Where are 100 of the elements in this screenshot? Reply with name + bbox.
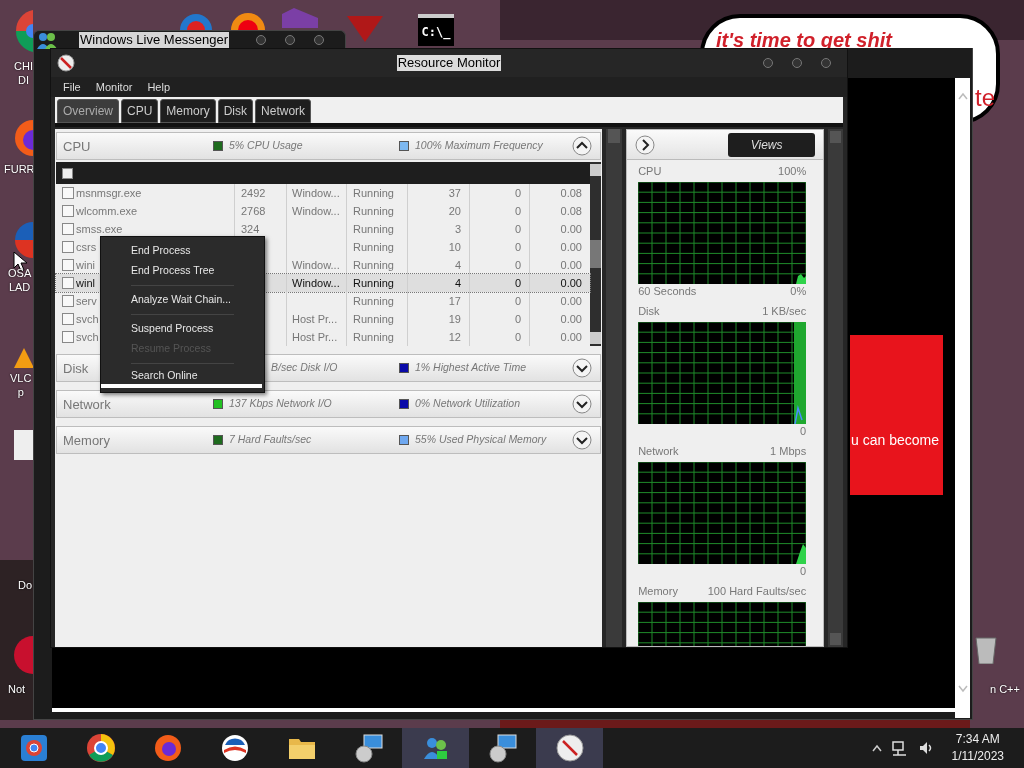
section-header[interactable]: CPU 5% CPU Usage 100% Maximum Frequency [56, 132, 602, 160]
table-cell-text: 17 [448, 293, 461, 309]
section-header[interactable]: Memory 7 Hard Faults/sec 55% Used Physical Memory [56, 426, 602, 454]
table-cell-text: csrs [76, 239, 97, 255]
icon-label[interactable]: VLC [10, 371, 32, 385]
graph-title: Memory [638, 584, 678, 598]
section-title: Memory [63, 433, 110, 448]
tab[interactable]: Overview [57, 99, 119, 123]
table-cell-text: 0 [514, 275, 521, 291]
checkbox[interactable] [62, 241, 74, 253]
checkbox[interactable] [62, 313, 74, 325]
table-cell-text: Window... [292, 275, 340, 291]
logo-icon[interactable] [14, 220, 33, 260]
icon-label[interactable]: FURR [4, 162, 35, 176]
checkbox[interactable] [62, 331, 74, 343]
window-control-button[interactable] [285, 35, 295, 45]
expand-button[interactable] [635, 134, 656, 155]
menu-item[interactable]: Analyze Wait Chain... [101, 290, 264, 310]
window-title: Resource Monitor [396, 55, 502, 71]
table-cell-text: Window... [292, 203, 340, 219]
icon-label[interactable]: DI [17, 73, 29, 87]
table-cell-text: Host Pr... [292, 329, 338, 345]
fox-icon [152, 733, 183, 763]
table-cell-text: 0.00 [560, 293, 582, 309]
volume-icon[interactable] [917, 740, 934, 756]
menu-item[interactable]: End Process [101, 241, 264, 261]
checkbox[interactable] [62, 277, 74, 289]
table-cell-text: 19 [448, 311, 461, 327]
table-cell-text: Running [353, 293, 394, 309]
section-title: Disk [63, 361, 89, 376]
window-control-button[interactable] [314, 35, 324, 45]
table-cell-text: 37 [448, 185, 461, 201]
tab[interactable]: Disk [217, 99, 254, 123]
expand-button[interactable] [572, 394, 593, 414]
window-title: Windows Live Messenger [79, 32, 230, 48]
stat-text: 1% Highest Active Time [415, 360, 526, 376]
icon-label[interactable]: LAD [8, 280, 31, 294]
window-control-button[interactable] [763, 58, 773, 68]
icon-label[interactable]: Not [8, 682, 26, 696]
stat-text: B/sec Disk I/O [271, 360, 338, 376]
clock-date[interactable]: 1/11/2023 [951, 748, 1004, 765]
table-cell-text: wlcomm.exe [76, 203, 138, 219]
console-icon[interactable]: C:\_ [418, 14, 454, 46]
menu-item[interactable]: File [63, 78, 81, 96]
icon-label[interactable]: CHI [14, 59, 33, 73]
table-cell-text: 0 [514, 239, 521, 255]
menu-item[interactable]: Suspend Process [101, 319, 264, 339]
checkbox[interactable] [62, 259, 74, 271]
window-control-button[interactable] [821, 58, 831, 68]
table-cell-text: 10 [448, 239, 461, 255]
ad-text: u can become [851, 431, 939, 450]
checkbox[interactable] [62, 295, 74, 307]
table-cell-text: 4 [454, 257, 461, 273]
menu-item[interactable]: Help [147, 78, 171, 96]
table-cell-text: Host Pr... [292, 311, 338, 327]
tab[interactable]: Network [255, 99, 312, 123]
chevron-up-icon[interactable] [871, 744, 882, 752]
section-header[interactable]: Network 137 Kbps Network I/O 0% Network Utilization [56, 390, 602, 418]
section-title: CPU [63, 139, 91, 154]
table-row[interactable]: msnmsgr.exe 2492 Window... Running 37 0 0.08 [56, 184, 590, 202]
taskbar-button[interactable] [536, 728, 603, 768]
expand-button[interactable] [572, 358, 593, 378]
icon-label[interactable]: Do [18, 578, 33, 592]
tab[interactable]: Memory [160, 99, 216, 123]
table-cell-text: 0.08 [560, 203, 582, 219]
checkbox[interactable] [62, 187, 74, 199]
table-cell-text: 0 [514, 311, 521, 327]
expand-button[interactable] [572, 430, 593, 450]
icon-label[interactable]: p [17, 385, 24, 399]
network-icon[interactable] [891, 740, 908, 756]
icon-label[interactable]: n C++ [990, 682, 1020, 696]
clock-time[interactable]: 7:34 AM [955, 731, 1000, 748]
menu-item[interactable]: Monitor [95, 78, 133, 96]
window-control-button[interactable] [792, 58, 802, 68]
scrollbar[interactable] [955, 78, 970, 718]
collapse-button[interactable] [572, 136, 593, 156]
views-button[interactable]: Views [728, 132, 816, 157]
stat-text: 7 Hard Faults/sec [229, 432, 312, 448]
scroll-thumb[interactable] [590, 240, 602, 268]
scrollbar[interactable] [606, 129, 623, 647]
fox-icon[interactable] [14, 118, 33, 158]
scrollbar[interactable] [590, 162, 602, 346]
table-cell-text: 12 [448, 329, 461, 345]
checkbox[interactable] [62, 167, 73, 179]
table-row[interactable]: wlcomm.exe 2768 Window... Running 20 0 0.08 [56, 202, 590, 220]
table-cell-text: 0.00 [560, 221, 582, 237]
window-control-button[interactable] [256, 35, 266, 45]
table-cell-text: 0 [514, 185, 521, 201]
menu-item[interactable]: Search Online [101, 368, 262, 388]
tab[interactable]: CPU [121, 99, 159, 123]
icon-label[interactable]: OSA [8, 266, 32, 280]
table-cell-text: 3 [454, 221, 461, 237]
time-span-label: 60 Seconds [638, 284, 697, 298]
app-icon[interactable] [13, 635, 33, 675]
checkbox[interactable] [62, 205, 74, 217]
graph-title: CPU [638, 164, 662, 178]
cone-icon[interactable] [14, 348, 34, 368]
table-cell-text: 324 [241, 221, 260, 237]
checkbox[interactable] [62, 223, 74, 235]
chevron-down-icon[interactable] [958, 685, 968, 693]
